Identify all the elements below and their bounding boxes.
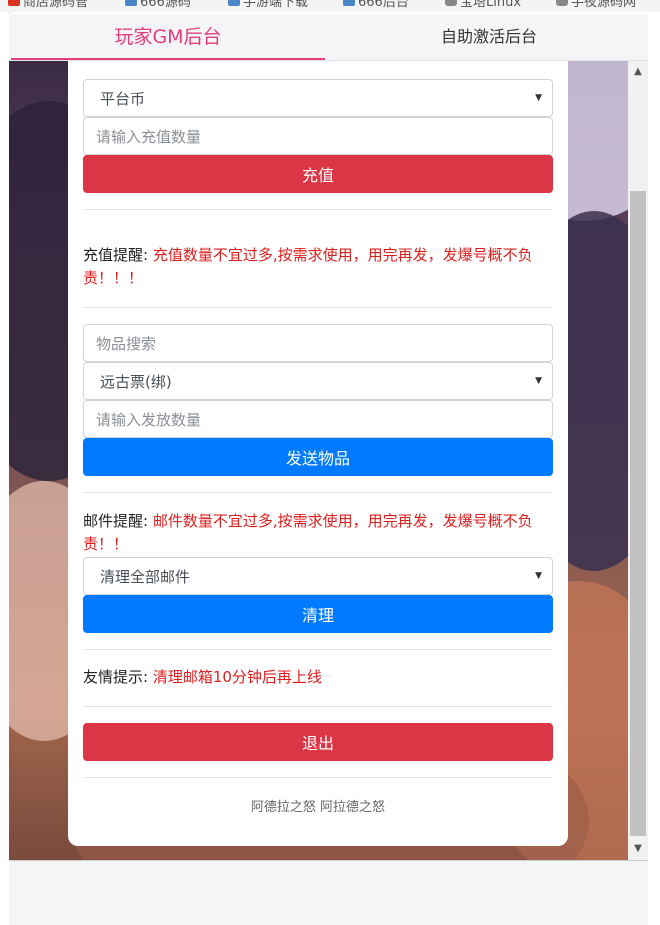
gm-panel-card: 平台币 ▼ 请输入充值数量 充值 充值提醒: 充值数量不宜过多,按需求使用，用完…	[68, 61, 568, 846]
divider	[83, 649, 553, 650]
bookmarks-bar: 商店源码管 666源码 手游端下载 666后台 宝塔Linux 手夜源码网	[0, 0, 660, 12]
scrollbar-thumb[interactable]	[630, 191, 646, 836]
recharge-amount-placeholder: 请输入充值数量	[96, 127, 202, 146]
footer-text: 阿德拉之怒 阿拉德之怒	[250, 800, 386, 815]
divider	[83, 777, 553, 778]
item-search-input[interactable]: 物品搜索	[83, 324, 553, 362]
tab-self-activate[interactable]: 自助激活后台	[339, 14, 639, 60]
bookmark-label: 666后台	[358, 0, 409, 10]
item-quantity-placeholder: 请输入发放数量	[96, 410, 202, 429]
site-favicon-icon	[343, 0, 355, 6]
item-select-value: 远古票(绑)	[100, 372, 172, 391]
mail-warning-text: 邮件数量不宜过多,按需求使用，用完再发，发爆号概不负责！！	[83, 512, 533, 553]
bookmark-label: 宝塔Linux	[460, 0, 522, 10]
friendly-tip-label: 友情提示:	[83, 668, 149, 686]
scrollbar[interactable]: ▲ ▼	[628, 61, 648, 860]
site-favicon-icon	[228, 0, 240, 6]
friendly-tip: 友情提示: 清理邮箱10分钟后再上线	[83, 666, 553, 689]
clear-mail-button[interactable]: 清理	[83, 595, 553, 633]
chevron-down-icon: ▼	[535, 571, 542, 581]
bookmark-item[interactable]: 666源码	[125, 0, 191, 10]
bookmark-item[interactable]: 手夜源码网	[556, 0, 637, 10]
site-favicon-icon	[8, 0, 20, 6]
item-select[interactable]: 远古票(绑) ▼	[83, 362, 553, 400]
bookmark-label: 手游端下载	[243, 0, 309, 10]
divider	[83, 307, 553, 308]
site-favicon-icon	[125, 0, 137, 6]
friendly-tip-text: 清理邮箱10分钟后再上线	[152, 668, 322, 686]
bookmark-item[interactable]: 手游端下载	[228, 0, 309, 10]
scroll-up-arrow-icon[interactable]: ▲	[628, 61, 648, 83]
bookmark-item[interactable]: 宝塔Linux	[445, 0, 522, 10]
recharge-amount-input[interactable]: 请输入充值数量	[83, 117, 553, 155]
mail-warning-label: 邮件提醒:	[83, 512, 149, 530]
logout-button[interactable]: 退出	[83, 723, 553, 761]
page-bottom-area	[9, 860, 648, 925]
window-frame-right	[648, 12, 660, 924]
tab-bar: 玩家GM后台 自助激活后台	[9, 14, 648, 61]
mail-action-select[interactable]: 清理全部邮件 ▼	[83, 557, 553, 595]
item-search-placeholder: 物品搜索	[96, 334, 157, 353]
bookmark-label: 商店源码管	[23, 0, 89, 10]
chevron-down-icon: ▼	[535, 93, 542, 103]
page-icon	[556, 0, 568, 6]
tab-gm-admin[interactable]: 玩家GM后台	[11, 14, 325, 60]
recharge-warning-label: 充值提醒:	[83, 246, 149, 264]
divider	[83, 209, 553, 210]
divider	[83, 492, 553, 493]
bookmark-item[interactable]: 商店源码管	[8, 0, 89, 10]
bookmark-item[interactable]: 666后台	[343, 0, 409, 10]
mail-action-select-value: 清理全部邮件	[100, 567, 191, 586]
chevron-down-icon: ▼	[535, 376, 542, 386]
divider	[83, 706, 553, 707]
recharge-warning-text: 充值数量不宜过多,按需求使用，用完再发，发爆号概不负责！！！	[83, 246, 533, 287]
recharge-button[interactable]: 充值	[83, 155, 553, 193]
currency-select[interactable]: 平台币 ▼	[83, 79, 553, 117]
page-icon	[445, 0, 457, 6]
recharge-warning: 充值提醒: 充值数量不宜过多,按需求使用，用完再发，发爆号概不负责！！！	[83, 244, 553, 290]
mail-warning: 邮件提醒: 邮件数量不宜过多,按需求使用，用完再发，发爆号概不负责！！	[83, 510, 553, 556]
bookmark-label: 手夜源码网	[571, 0, 637, 10]
send-item-button[interactable]: 发送物品	[83, 438, 553, 476]
bookmark-label: 666源码	[140, 0, 191, 10]
currency-select-value: 平台币	[100, 89, 146, 108]
item-quantity-input[interactable]: 请输入发放数量	[83, 400, 553, 438]
scroll-down-arrow-icon[interactable]: ▼	[628, 838, 648, 860]
